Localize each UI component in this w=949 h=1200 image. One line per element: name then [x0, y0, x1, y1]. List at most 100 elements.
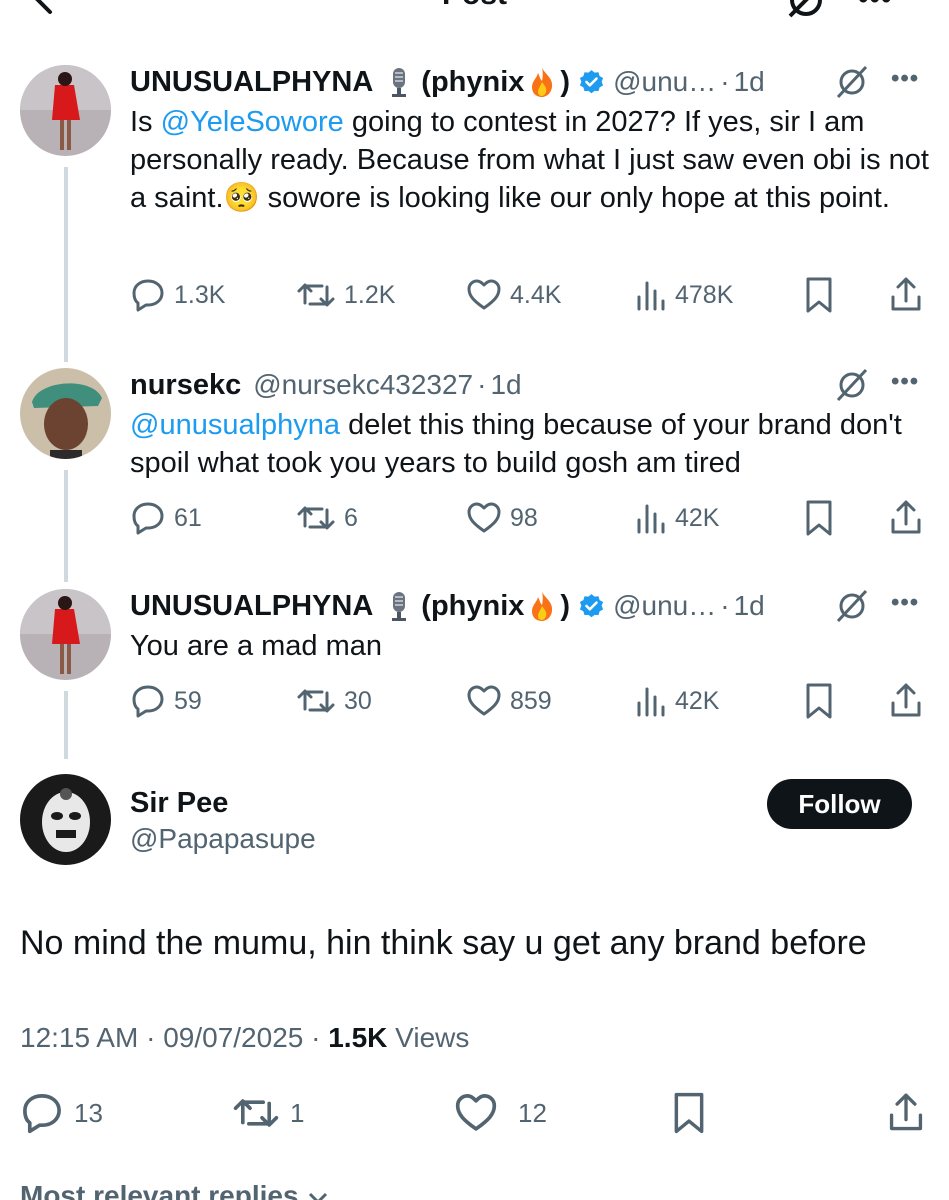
repost-count: 1.2K — [344, 280, 396, 309]
follow-button[interactable]: Follow — [767, 779, 912, 829]
fire-icon — [532, 68, 553, 97]
reply-button[interactable]: 13 — [20, 1090, 103, 1136]
repost-count: 1 — [290, 1097, 305, 1128]
thread-connector — [64, 470, 68, 582]
repost-button[interactable]: 1.2K — [296, 275, 395, 315]
analytics-icon — [637, 504, 665, 534]
grok-icon[interactable] — [832, 368, 872, 402]
tweet-header: UNUSUALPHYNA (phynix ) @unu… · 1d — [130, 589, 765, 623]
handle[interactable]: @Papapasupe — [130, 823, 316, 855]
main-post-actions: 13 1 12 — [20, 1090, 930, 1136]
chevron-down-icon — [309, 1192, 328, 1200]
reply-count: 59 — [174, 686, 202, 715]
grok-icon[interactable] — [832, 589, 872, 623]
separator-dot: · — [477, 369, 487, 400]
display-name-suffix: (phynix — [421, 589, 525, 622]
like-button[interactable]: 4.4K — [466, 275, 561, 315]
handle[interactable]: @unu… — [613, 66, 716, 98]
display-name[interactable]: Sir Pee — [130, 787, 228, 820]
heart-icon — [467, 502, 501, 533]
like-count: 12 — [518, 1097, 547, 1128]
tweet-header: UNUSUALPHYNA (phynix ) @unu… · 1d — [130, 65, 765, 99]
views-button[interactable]: 478K — [635, 275, 733, 315]
text-segment: You are a mad man — [130, 630, 383, 662]
reply-count: 1.3K — [174, 280, 226, 309]
verified-badge-icon — [580, 69, 604, 93]
display-name[interactable]: UNUSUALPHYNA — [130, 590, 373, 623]
handle[interactable]: @nursekc432327 — [253, 369, 473, 401]
timestamp[interactable]: 1d — [734, 590, 765, 622]
reply-sort-dropdown[interactable]: Most relevant replies — [20, 1180, 330, 1200]
handle[interactable]: @unu… — [613, 590, 716, 622]
reply-count: 13 — [74, 1097, 103, 1128]
views-count: 1.5K — [328, 1022, 388, 1053]
display-name-suffix: (phynix — [421, 65, 525, 98]
reply-sort-label: Most relevant replies — [20, 1180, 299, 1200]
verified-badge-icon — [580, 593, 604, 617]
grok-icon[interactable] — [832, 65, 872, 99]
repost-icon — [233, 1099, 279, 1127]
like-button[interactable]: 859 — [466, 681, 552, 721]
like-button[interactable]: 12 — [454, 1090, 547, 1136]
separator-dot: · — [146, 1022, 164, 1053]
reply-button[interactable]: 59 — [130, 681, 202, 721]
mention-link[interactable]: @unusualphyna — [130, 409, 340, 441]
tweet-header: nursekc @nursekc432327 · 1d — [130, 368, 522, 402]
mention-link[interactable]: @YeleSowore — [161, 106, 344, 138]
avatar[interactable] — [20, 589, 111, 680]
tweet-text: You are a mad man — [130, 627, 930, 665]
display-name[interactable]: UNUSUALPHYNA — [130, 66, 373, 99]
thread-connector — [64, 691, 68, 759]
views-button[interactable]: 42K — [635, 681, 719, 721]
reply-button[interactable]: 1.3K — [130, 275, 225, 315]
reply-icon — [132, 502, 164, 535]
timestamp[interactable]: 1d — [734, 66, 765, 98]
display-name[interactable]: nursekc — [130, 369, 241, 402]
post-meta: 12:15 AM · 09/07/2025 · 1.5K Views — [20, 1022, 469, 1054]
tweet-actions: 61 6 98 42K — [130, 498, 930, 538]
like-button[interactable]: 98 — [466, 498, 538, 538]
more-horizontal-icon[interactable]: ••• — [858, 0, 893, 16]
display-name-suffix-close: ) — [560, 589, 571, 622]
main-post-text: No mind the mumu, hin think say u get an… — [20, 924, 867, 962]
grok-icon[interactable] — [786, 0, 828, 18]
heart-icon — [455, 1094, 497, 1131]
timestamp[interactable]: 1d — [490, 369, 521, 401]
bookmark-icon[interactable] — [670, 1090, 708, 1136]
tweet-text: @unusualphyna delet this thing because o… — [130, 406, 930, 482]
avatar[interactable] — [20, 65, 111, 156]
separator-dot: · — [720, 66, 730, 97]
repost-button[interactable]: 1 — [232, 1090, 304, 1136]
like-count: 98 — [510, 503, 538, 532]
share-icon[interactable] — [888, 681, 924, 721]
bookmark-icon[interactable] — [803, 275, 835, 315]
more-icon[interactable]: ••• — [891, 589, 919, 617]
more-icon[interactable]: ••• — [891, 65, 919, 93]
like-count: 4.4K — [510, 280, 562, 309]
pleading-face-emoji: 🥺 — [223, 182, 260, 214]
heart-icon — [467, 685, 501, 716]
bookmark-icon[interactable] — [803, 498, 835, 538]
views-label: Views — [395, 1022, 470, 1053]
views-button[interactable]: 42K — [635, 498, 719, 538]
post-date[interactable]: 09/07/2025 — [163, 1022, 303, 1053]
repost-button[interactable]: 30 — [296, 681, 372, 721]
avatar[interactable] — [20, 368, 111, 459]
share-icon[interactable] — [888, 275, 924, 315]
reply-button[interactable]: 61 — [130, 498, 202, 538]
repost-button[interactable]: 6 — [296, 498, 358, 538]
avatar[interactable] — [20, 774, 111, 865]
post-time[interactable]: 12:15 AM — [20, 1022, 138, 1053]
share-icon[interactable] — [888, 498, 924, 538]
fire-icon — [532, 592, 553, 621]
top-bar: Post ••• — [0, 0, 949, 28]
more-icon[interactable]: ••• — [891, 368, 919, 396]
reply-icon — [23, 1094, 61, 1134]
bookmark-icon[interactable] — [803, 681, 835, 721]
repost-count: 6 — [344, 503, 358, 532]
view-count: 42K — [675, 686, 720, 715]
tweet-actions: 1.3K 1.2K 4.4K 478K — [130, 275, 930, 315]
author-handle-row: @Papapasupe — [130, 822, 316, 856]
like-count: 859 — [510, 686, 552, 715]
share-icon[interactable] — [886, 1090, 926, 1136]
